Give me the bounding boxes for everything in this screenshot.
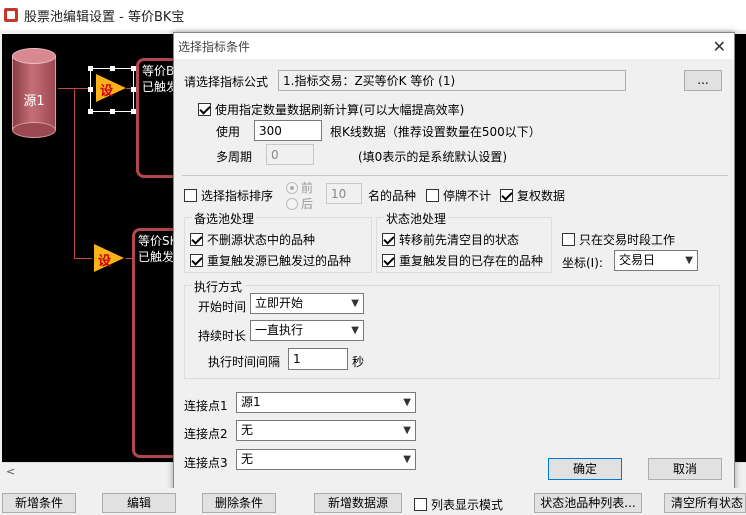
exec-group-title: 执行方式 <box>192 278 245 295</box>
edit-button[interactable]: 编辑 <box>102 493 176 513</box>
duration-label: 持续时长 <box>198 329 247 343</box>
formula-field[interactable]: 1.指标交易：Z买等价K 等价 (1) <box>278 70 626 91</box>
status-option-2[interactable]: 重复触发目的已存在的品种 <box>382 252 543 269</box>
chevron-down-icon: ▼ <box>403 397 411 408</box>
window-title: 股票池编辑设置 - 等价BK宝 <box>24 9 185 25</box>
suspend-checkbox[interactable]: 停牌不计 <box>426 187 491 204</box>
dialog-title: 选择指标条件 <box>178 39 251 54</box>
delete-condition-button[interactable]: 删除条件 <box>202 493 276 513</box>
formula-browse-button[interactable]: ... <box>684 70 722 91</box>
connection-label-3: 连接点3 <box>184 456 228 470</box>
multi-period-input[interactable]: 0 <box>266 144 314 165</box>
bars-suffix: 根K线数据（推荐设置数量在500以下） <box>330 125 541 139</box>
connection-label-2: 连接点2 <box>184 427 228 441</box>
chevron-down-icon: ▼ <box>403 425 411 436</box>
bottom-toolbar: 新增条件 编辑 删除条件 新增数据源 列表显示模式 状态池品种列表... 清空所… <box>0 488 746 515</box>
source-node-label: 源1 <box>23 94 45 109</box>
start-time-label: 开始时间 <box>198 300 247 314</box>
use-data-checkbox[interactable]: 使用指定数量数据刷新计算(可以大幅提高效率) <box>198 101 464 118</box>
list-mode-checkbox[interactable]: 列表显示模式 <box>414 496 503 513</box>
indicator-dialog: 选择指标条件 ✕ 请选择指标公式 1.指标交易：Z买等价K 等价 (1) ...… <box>173 32 735 493</box>
formula-label: 请选择指标公式 <box>184 75 269 89</box>
chevron-down-icon: ▼ <box>351 325 359 336</box>
adjust-checkbox-box[interactable] <box>500 189 513 202</box>
source-node[interactable]: 源1 <box>12 48 56 138</box>
add-condition-button[interactable]: 新增条件 <box>2 493 76 513</box>
chevron-down-icon: ▼ <box>351 298 359 309</box>
close-icon[interactable]: ✕ <box>713 37 726 56</box>
use-data-checkbox-box[interactable] <box>198 103 211 116</box>
coord-label: 坐标(I): <box>562 256 603 270</box>
multi-period-label: 多周期 <box>216 150 253 164</box>
sort-suffix: 名的品种 <box>368 189 417 203</box>
interval-label: 执行时间间隔 <box>208 355 281 369</box>
connection-select-3[interactable]: 无 ▼ <box>236 449 416 470</box>
app-icon <box>4 8 18 22</box>
candidate-group-title: 备选池处理 <box>192 210 257 227</box>
separator <box>182 175 728 176</box>
clear-all-button[interactable]: 清空所有状态 <box>664 493 746 513</box>
cancel-button[interactable]: 取消 <box>648 458 722 480</box>
connection-select-2[interactable]: 无 ▼ <box>236 420 416 441</box>
suspend-checkbox-box[interactable] <box>426 189 439 202</box>
chevron-down-icon: ▼ <box>685 255 693 266</box>
add-source-button[interactable]: 新增数据源 <box>314 493 402 513</box>
duration-select[interactable]: 一直执行 ▼ <box>250 320 364 341</box>
candidate-option-2[interactable]: 重复触发源已触发过的品种 <box>190 252 351 269</box>
radio-front[interactable]: 前 <box>286 179 313 196</box>
sort-checkbox[interactable]: 选择指标排序 <box>184 187 273 204</box>
window-title-bar: 股票池编辑设置 - 等价BK宝 <box>0 0 746 30</box>
adjust-checkbox[interactable]: 复权数据 <box>500 187 565 204</box>
ok-button[interactable]: 确定 <box>548 458 622 480</box>
multi-period-note: (填0表示的是系统默认设置) <box>358 150 507 164</box>
bars-count-input[interactable]: 300 <box>254 120 322 141</box>
dialog-title-bar: 选择指标条件 <box>174 33 734 59</box>
candidate-option-1[interactable]: 不删源状态中的品种 <box>190 231 315 248</box>
scroll-left-icon[interactable]: < <box>6 465 15 478</box>
chevron-down-icon: ▼ <box>403 454 411 465</box>
status-list-button[interactable]: 状态池品种列表... <box>534 493 642 513</box>
condition-node-1[interactable]: 设 <box>96 74 126 102</box>
start-time-select[interactable]: 立即开始 ▼ <box>250 293 364 314</box>
condition-node-2[interactable]: 设 <box>94 244 124 272</box>
connection-select-1[interactable]: 源1 ▼ <box>236 392 416 413</box>
status-group-title: 状态池处理 <box>384 210 449 227</box>
coord-select[interactable]: 交易日 ▼ <box>614 250 698 271</box>
status-option-1[interactable]: 转移前先清空目的状态 <box>382 231 519 248</box>
interval-input[interactable]: 1 <box>288 348 348 370</box>
sort-count-input[interactable]: 10 <box>326 183 362 204</box>
interval-unit: 秒 <box>352 355 365 369</box>
sort-checkbox-box[interactable] <box>184 189 197 202</box>
radio-back[interactable]: 后 <box>286 195 313 212</box>
use-label: 使用 <box>216 125 241 139</box>
trade-time-checkbox[interactable]: 只在交易时段工作 <box>562 231 675 248</box>
connection-label-1: 连接点1 <box>184 399 228 413</box>
